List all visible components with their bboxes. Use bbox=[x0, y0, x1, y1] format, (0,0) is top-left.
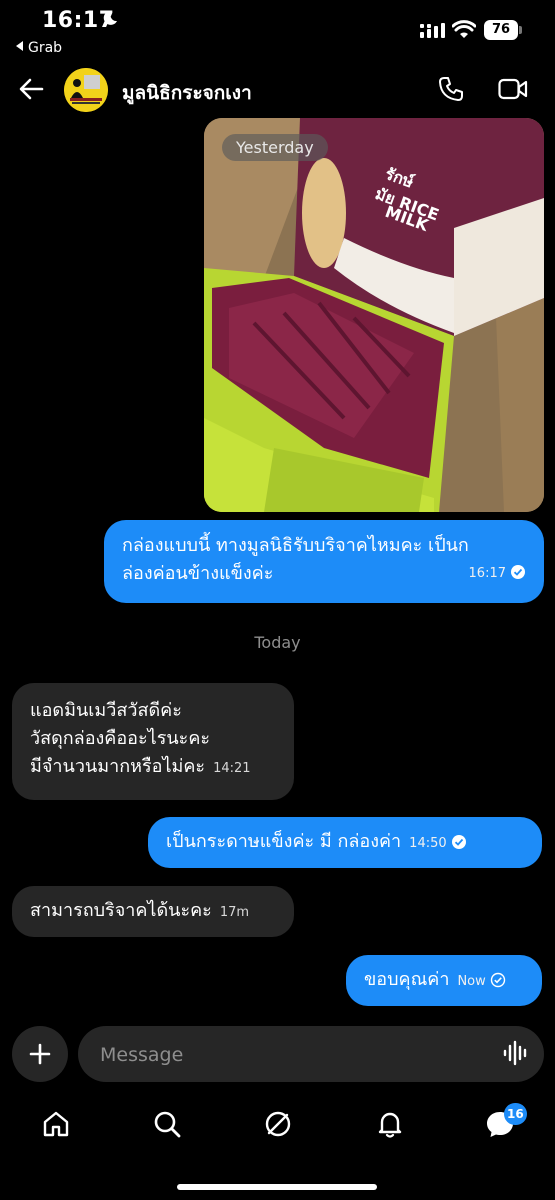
back-app-label: Grab bbox=[28, 40, 63, 56]
tab-search[interactable] bbox=[149, 1106, 185, 1142]
message-text-line: วัสดุกล่องคืออะไรนะคะ bbox=[30, 728, 211, 749]
message-text-line: สามารถบริจาคได้นะคะ bbox=[30, 900, 212, 921]
explore-icon bbox=[265, 1111, 291, 1137]
message-time: 14:21 bbox=[213, 761, 251, 776]
message-time: 14:50 bbox=[409, 836, 447, 851]
tab-notifications[interactable] bbox=[372, 1106, 408, 1142]
message-text-line: แอดมินเมวีสวัสดีค่ะ bbox=[30, 700, 182, 721]
search-icon bbox=[154, 1111, 181, 1138]
tab-explore[interactable] bbox=[260, 1106, 296, 1142]
message-text-line: ขอบคุณค่า bbox=[364, 969, 450, 990]
tab-home[interactable] bbox=[38, 1106, 74, 1142]
contact-avatar[interactable] bbox=[64, 68, 108, 112]
read-check-icon bbox=[511, 565, 525, 579]
cellular-signal-icon bbox=[420, 23, 445, 38]
message-text-line: เป็นกระดาษแข็งค่ะ มี กล่องค่า bbox=[166, 831, 402, 852]
message-text-line: มีจำนวนมากหรือไม่คะ bbox=[30, 756, 206, 777]
battery-tip bbox=[519, 26, 522, 34]
phone-call-icon[interactable] bbox=[438, 76, 464, 102]
message-time: Now bbox=[457, 974, 486, 989]
back-arrow-icon[interactable] bbox=[18, 76, 44, 102]
foundation-logo-icon bbox=[64, 68, 108, 112]
back-triangle-icon bbox=[16, 41, 23, 51]
contact-name[interactable]: มูลนิธิกระจกเงา bbox=[122, 78, 252, 108]
battery-indicator: 76 bbox=[484, 20, 518, 40]
date-separator-today: Today bbox=[254, 633, 301, 652]
home-icon bbox=[43, 1111, 69, 1137]
home-indicator[interactable] bbox=[177, 1184, 377, 1190]
unread-messages-badge: 16 bbox=[504, 1103, 527, 1125]
outgoing-message[interactable]: ขอบคุณค่า Now bbox=[346, 955, 542, 1006]
incoming-message[interactable]: สามารถบริจาคได้นะคะ 17m bbox=[12, 886, 294, 937]
message-time: 17m bbox=[219, 905, 250, 920]
message-text-line: กล่องแบบนี้ ทางมูลนิธิรับบริจาคไหมคะ เป็… bbox=[122, 535, 469, 556]
moon-icon bbox=[103, 10, 117, 25]
sent-check-icon bbox=[490, 972, 505, 988]
video-call-icon[interactable] bbox=[498, 78, 528, 100]
bell-icon bbox=[378, 1112, 402, 1138]
voice-message-icon[interactable] bbox=[502, 1040, 528, 1066]
message-time: 16:17 bbox=[468, 566, 506, 581]
back-to-app-link[interactable]: Grab bbox=[16, 40, 62, 56]
outgoing-message[interactable]: กล่องแบบนี้ ทางมูลนิธิรับบริจาคไหมคะ เป็… bbox=[104, 520, 544, 603]
date-separator-yesterday: Yesterday bbox=[222, 134, 328, 161]
rice-milk-box-image: รักษ์ มัย RICE MILK bbox=[204, 118, 544, 512]
incoming-message[interactable]: แอดมินเมวีสวัสดีค่ะ วัสดุกล่องคืออะไรนะค… bbox=[12, 683, 294, 800]
message-input[interactable] bbox=[98, 1026, 482, 1084]
outgoing-message[interactable]: เป็นกระดาษแข็งค่ะ มี กล่องค่า 14:50 bbox=[148, 817, 542, 868]
read-check-icon bbox=[451, 835, 466, 849]
message-text-line: ล่องค่อนข้างแข็งค่ะ bbox=[122, 563, 274, 584]
shared-photo[interactable]: รักษ์ มัย RICE MILK bbox=[204, 118, 544, 512]
add-attachment-button[interactable] bbox=[12, 1026, 68, 1082]
message-composer[interactable] bbox=[78, 1026, 544, 1084]
plus-icon bbox=[29, 1043, 51, 1065]
wifi-icon bbox=[452, 20, 476, 38]
